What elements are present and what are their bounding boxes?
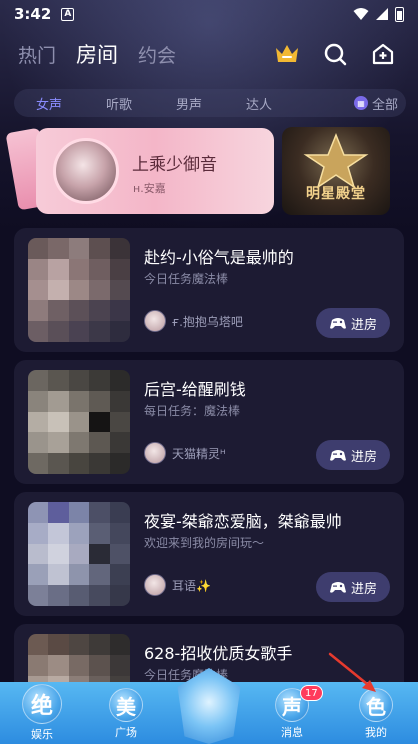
room-subtitle: 每日任务：魔法棒 (144, 404, 241, 418)
enter-room-button[interactable]: 进房 (316, 308, 390, 338)
search-icon[interactable] (322, 41, 348, 67)
room-thumbnail (28, 370, 130, 474)
host-name: ғ.抱抱乌塔吧 (172, 314, 243, 329)
host-avatar (144, 442, 166, 464)
top-actions (274, 41, 418, 67)
unread-badge: 17 (300, 685, 323, 701)
room-host: 耳语✨ (144, 574, 211, 596)
nav-mine-label: 我的 (365, 726, 387, 739)
filter-male-voice[interactable]: 男声 (154, 94, 224, 113)
room-subtitle: 欢迎来到我的房间玩～ (144, 536, 265, 550)
status-icons (353, 6, 404, 22)
status-bar: 3:42 A (0, 0, 418, 28)
enter-room-label: 进房 (350, 581, 377, 597)
room-thumbnail (28, 502, 130, 606)
filter-talent[interactable]: 达人 (224, 94, 294, 113)
room-card[interactable]: 夜宴-桀爺恋爱脑，桀爺最帅 欢迎来到我的房间玩～ 耳语✨ 进房 (14, 492, 404, 616)
host-name: 天猫精灵ᴴ (172, 446, 226, 461)
host-avatar (144, 574, 166, 596)
room-host: 天猫精灵ᴴ (144, 442, 226, 464)
crown-icon[interactable] (274, 41, 300, 67)
mine-icon: 色 (359, 688, 393, 722)
tab-rooms[interactable]: 房间 (76, 39, 118, 69)
room-title: 628-招收优质女歌手 (144, 644, 293, 663)
battery-icon (395, 6, 404, 22)
room-host: ғ.抱抱乌塔吧 (144, 310, 243, 332)
star-hall-banner[interactable]: 明星殿堂 (282, 127, 390, 215)
nav-messages[interactable]: 声 17 消息 (262, 682, 323, 744)
tab-dating[interactable]: 约会 (138, 41, 176, 68)
top-nav: 热门 房间 约会 (0, 36, 418, 72)
game-controller-icon (329, 318, 346, 329)
nav-square-label: 广场 (115, 726, 137, 739)
enter-room-label: 进房 (350, 449, 377, 465)
add-room-icon[interactable] (370, 41, 396, 67)
filter-female-voice[interactable]: 女声 (14, 94, 84, 113)
star-hall-label: 明星殿堂 (306, 186, 366, 202)
featured-host: н.安嘉 (133, 182, 166, 195)
tab-hot[interactable]: 热门 (18, 41, 56, 68)
filter-all-label: 全部 (371, 97, 398, 113)
filter-bar: 女声 听歌 男声 达人 ▦ 全部 (14, 89, 406, 117)
grid-icon: ▦ (353, 96, 368, 110)
signal-icon (376, 8, 388, 20)
featured-avatar (53, 138, 119, 204)
star-emblem-icon (303, 132, 369, 189)
featured-title: 上乘少御音 (132, 155, 217, 175)
entertainment-icon: 绝 (22, 684, 62, 724)
notification-a-icon: A (61, 7, 75, 21)
enter-room-button[interactable]: 进房 (316, 440, 390, 470)
filter-listen-songs[interactable]: 听歌 (84, 94, 154, 113)
room-thumbnail (28, 238, 130, 342)
room-title: 后宫-给醒刷钱 (144, 380, 246, 399)
filter-all-button[interactable]: ▦ 全部 (353, 94, 398, 113)
square-icon: 美 (109, 688, 143, 722)
host-avatar (144, 310, 166, 332)
nav-square[interactable]: 美 广场 (96, 682, 156, 744)
room-card[interactable]: 后宫-给醒刷钱 每日任务：魔法棒 天猫精灵ᴴ 进房 (14, 360, 404, 484)
room-title: 夜宴-桀爺恋爱脑，桀爺最帅 (144, 512, 342, 531)
status-time: 3:42 (14, 5, 52, 23)
game-controller-icon (329, 450, 346, 461)
room-title: 赴约-小俗气是最帅的 (144, 248, 294, 267)
nav-mine[interactable]: 色 我的 (346, 682, 406, 744)
nav-entertainment[interactable]: 绝 娱乐 (12, 682, 72, 744)
enter-room-label: 进房 (350, 317, 377, 333)
room-subtitle: 今日任务魔法棒 (144, 272, 229, 286)
host-name: 耳语✨ (172, 578, 211, 593)
game-controller-icon (329, 582, 346, 593)
room-card[interactable]: 赴约-小俗气是最帅的 今日任务魔法棒 ғ.抱抱乌塔吧 进房 (14, 228, 404, 352)
enter-room-button[interactable]: 进房 (316, 572, 390, 602)
nav-entertainment-label: 娱乐 (31, 728, 53, 741)
nav-messages-label: 消息 (281, 726, 303, 739)
wifi-icon (353, 8, 369, 20)
